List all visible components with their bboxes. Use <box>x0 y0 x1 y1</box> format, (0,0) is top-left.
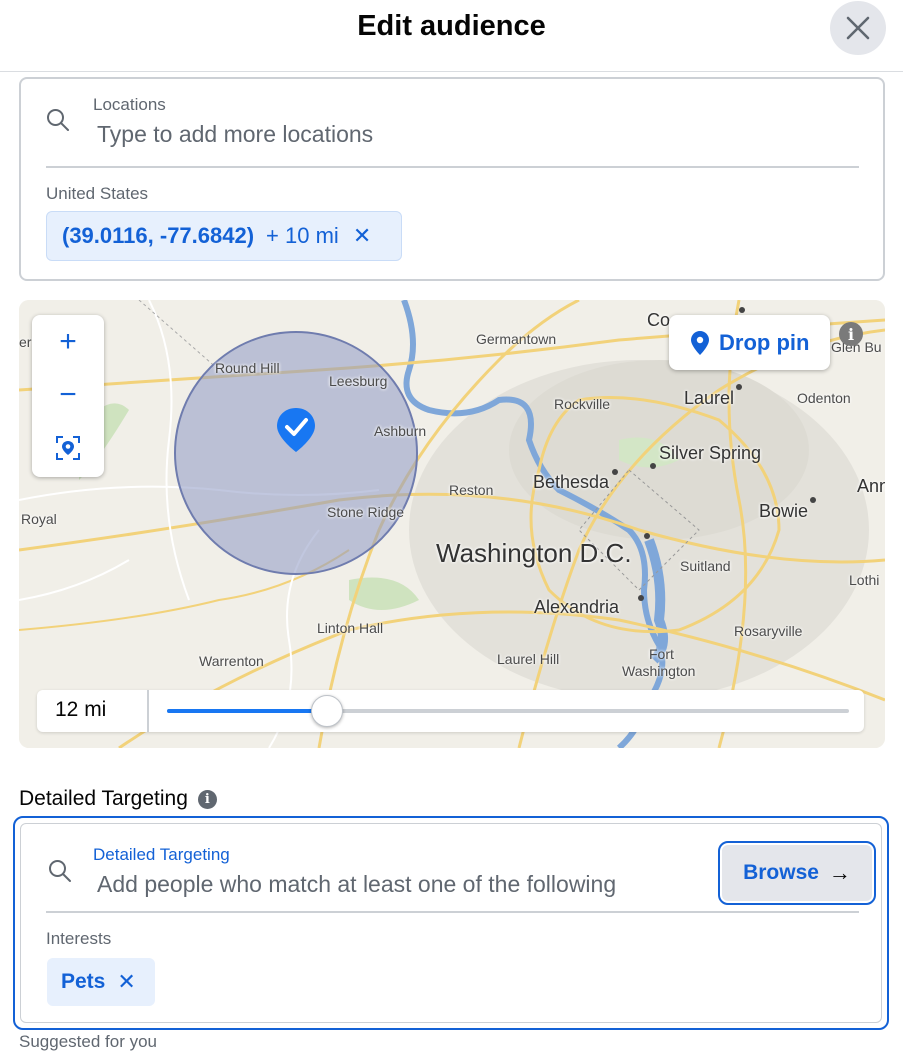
map-label-bethesda: Bethesda <box>533 472 610 492</box>
slider-divider <box>147 690 149 732</box>
map-label-laurel-hill: Laurel Hill <box>497 651 560 667</box>
radius-value: 12 mi <box>55 698 107 721</box>
map-label-royal: Royal <box>21 511 57 527</box>
map-label-er: er <box>19 334 32 350</box>
suggested-for-you-label: Suggested for you <box>19 1032 157 1051</box>
detailed-targeting-heading: Detailed Targeting i <box>19 787 217 811</box>
location-chip-radius: + 10 mi <box>266 223 339 248</box>
remove-interest-icon[interactable]: ✕ <box>117 969 135 995</box>
location-chip[interactable]: (39.0116, -77.6842) + 10 mi ✕ <box>46 211 402 261</box>
map-pin-icon <box>691 330 709 355</box>
map-label-washington-dc: Washington D.C. <box>436 538 632 568</box>
map-label-warrenton: Warrenton <box>199 653 264 669</box>
locate-icon <box>56 436 80 460</box>
map-label-round-hill: Round Hill <box>215 360 280 376</box>
close-icon <box>846 16 870 40</box>
locations-card: Locations Type to add more locations Uni… <box>19 77 885 281</box>
map-label-leesburg: Leesburg <box>329 373 388 389</box>
map-label-germantown: Germantown <box>476 331 557 347</box>
location-chip-coords: (39.0116, -77.6842) <box>62 223 255 248</box>
drop-pin-button[interactable]: Drop pin <box>669 315 830 370</box>
detailed-targeting-title: Detailed Targeting <box>19 787 188 810</box>
browse-button[interactable]: Browse → <box>718 841 876 905</box>
map-label-odenton: Odenton <box>797 390 851 406</box>
map-label-ashburn: Ashburn <box>374 423 427 439</box>
detailed-targeting-search-input[interactable]: Add people who match at least one of the… <box>97 871 616 898</box>
modal-title: Edit audience <box>357 10 546 42</box>
divider <box>46 911 859 913</box>
remove-location-icon[interactable]: ✕ <box>353 223 371 249</box>
map-info-icon[interactable]: i <box>839 322 863 346</box>
radius-slider-thumb[interactable] <box>311 695 344 727</box>
country-label: United States <box>46 184 149 203</box>
map-label-rockville: Rockville <box>554 396 611 412</box>
zoom-control: + − <box>32 315 104 477</box>
map[interactable]: Germantown Round Hill Leesburg Ashburn R… <box>19 300 885 748</box>
close-button[interactable] <box>830 1 886 55</box>
search-icon <box>49 860 71 882</box>
map-label-stone-ridge: Stone Ridge <box>327 504 405 520</box>
map-label-bowie: Bowie <box>759 501 809 521</box>
map-label-silver-spring: Silver Spring <box>659 443 762 463</box>
map-label-laurel: Laurel <box>684 388 735 408</box>
map-label-suitland: Suitland <box>680 558 731 574</box>
locations-label: Locations <box>93 95 166 114</box>
interest-chip-label: Pets <box>61 970 106 993</box>
modal-header: Edit audience <box>0 0 903 72</box>
drop-pin-label: Drop pin <box>719 329 810 355</box>
interests-label: Interests <box>46 929 112 948</box>
zoom-out-button[interactable]: − <box>32 370 104 420</box>
interest-chip[interactable]: Pets ✕ <box>47 958 155 1006</box>
arrow-right-icon: → <box>828 860 851 885</box>
divider <box>46 166 859 168</box>
locations-search-input[interactable]: Type to add more locations <box>97 121 373 148</box>
map-label-washington-small: Washington <box>622 663 696 679</box>
radius-slider-fill <box>167 709 328 713</box>
info-icon[interactable]: i <box>197 789 217 809</box>
zoom-in-button[interactable]: + <box>32 317 104 367</box>
map-label-reston: Reston <box>449 482 494 498</box>
map-label-linton-hall: Linton Hall <box>317 620 384 636</box>
recenter-button[interactable] <box>32 423 104 473</box>
detailed-targeting-card: Detailed Targeting Add people who match … <box>13 816 889 1030</box>
radius-slider-bar: 12 mi <box>37 690 864 732</box>
map-label-rosaryville: Rosaryville <box>734 623 803 639</box>
map-label-fort: Fort <box>649 646 674 662</box>
search-icon <box>47 109 69 131</box>
map-label-alexandria: Alexandria <box>534 597 620 617</box>
detailed-targeting-field-label: Detailed Targeting <box>93 845 230 864</box>
map-label-co: Co <box>647 310 671 330</box>
detailed-targeting-inner: Detailed Targeting Add people who match … <box>20 823 882 1023</box>
radius-slider-track[interactable] <box>167 695 849 727</box>
map-label-ann: Ann <box>857 476 885 496</box>
map-label-lothi: Lothi <box>849 572 880 588</box>
browse-label: Browse <box>743 861 819 884</box>
